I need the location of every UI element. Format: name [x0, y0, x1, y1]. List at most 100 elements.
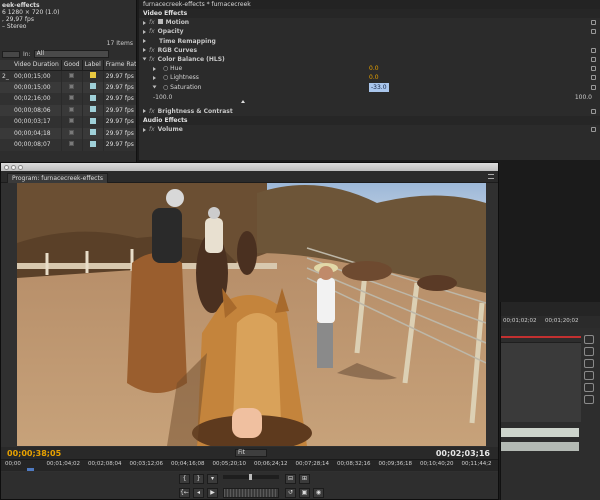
table-row[interactable]: 2_ 00;00;15;00 29.97 fps: [0, 70, 136, 82]
label-swatch[interactable]: [89, 106, 96, 113]
good-checkbox[interactable]: [69, 118, 75, 124]
search-input[interactable]: [2, 50, 20, 58]
expand-triangle-icon[interactable]: [143, 20, 146, 25]
tool-icon[interactable]: [584, 383, 594, 392]
hue-value[interactable]: 0.0: [369, 64, 379, 73]
fx-icon[interactable]: fx: [149, 28, 155, 35]
timeline-ruler[interactable]: 00;01;02;02 00;01;20;02: [501, 316, 600, 328]
tool-icon[interactable]: [584, 359, 594, 368]
label-swatch[interactable]: [89, 140, 96, 147]
tool-icon[interactable]: [584, 395, 594, 404]
minimize-window-icon[interactable]: [11, 164, 16, 170]
table-row[interactable]: 00;00;08;06 29.97 fps: [0, 104, 136, 116]
table-row[interactable]: 00;00;03;17 29.97 fps: [0, 116, 136, 128]
close-window-icon[interactable]: [4, 164, 9, 170]
reset-icon[interactable]: [591, 127, 596, 133]
fx-icon[interactable]: fx: [149, 56, 155, 63]
lightness-value[interactable]: 0.0: [369, 73, 379, 82]
step-back-button[interactable]: ◂: [193, 488, 204, 498]
effect-motion[interactable]: fx Motion: [139, 18, 600, 27]
reset-icon[interactable]: [591, 29, 596, 35]
good-checkbox[interactable]: [69, 83, 75, 89]
program-video-frame[interactable]: [17, 183, 486, 446]
effect-time-remapping[interactable]: Time Remapping: [139, 37, 600, 46]
saturation-value-field[interactable]: -33.0: [369, 82, 389, 92]
expand-triangle-icon[interactable]: [153, 66, 156, 71]
collapse-triangle-icon[interactable]: [142, 57, 147, 61]
effect-opacity[interactable]: fx Opacity: [139, 27, 600, 36]
label-swatch[interactable]: [89, 94, 96, 101]
fx-icon[interactable]: fx: [149, 126, 155, 133]
panel-menu-icon[interactable]: [488, 174, 494, 179]
stopwatch-icon[interactable]: ○: [163, 84, 168, 91]
stopwatch-icon[interactable]: ○: [163, 74, 168, 81]
label-swatch[interactable]: [89, 117, 96, 124]
good-checkbox[interactable]: [69, 141, 75, 147]
table-row[interactable]: 00;00;04;18 29.97 fps: [0, 127, 136, 139]
reset-icon[interactable]: [591, 56, 596, 62]
audio-clip[interactable]: [501, 428, 579, 437]
zoom-level-dropdown[interactable]: Fit: [235, 449, 267, 457]
work-area-bar[interactable]: [501, 336, 581, 338]
label-swatch[interactable]: [89, 129, 96, 136]
tool-icon[interactable]: [584, 335, 594, 344]
expand-triangle-icon[interactable]: [143, 29, 146, 34]
expand-triangle-icon[interactable]: [143, 39, 146, 44]
tool-icon[interactable]: [584, 347, 594, 356]
mark-out-button[interactable]: }: [193, 474, 204, 484]
fx-icon[interactable]: fx: [149, 19, 155, 26]
column-header-frame-rate[interactable]: Frame Rate: [103, 60, 136, 71]
expand-triangle-icon[interactable]: [153, 75, 156, 80]
tab-program-monitor[interactable]: Program: furnacecreek-effects: [7, 173, 108, 183]
good-checkbox[interactable]: [69, 72, 75, 78]
extract-button[interactable]: ⊞: [299, 474, 310, 484]
effect-brightness-contrast[interactable]: fx Brightness & Contrast: [139, 107, 600, 116]
reset-icon[interactable]: [591, 75, 596, 81]
column-header-label[interactable]: Label: [82, 60, 104, 71]
safe-margins-button[interactable]: ▣: [299, 488, 310, 498]
effect-volume[interactable]: fx Volume: [139, 125, 600, 134]
playhead-icon[interactable]: [27, 468, 35, 471]
add-marker-button[interactable]: ▾: [207, 474, 218, 484]
current-timecode[interactable]: 00;00;38;05: [7, 449, 61, 458]
loop-button[interactable]: ↺: [285, 488, 296, 498]
monitor-time-ruler[interactable]: 00;00 00;01;04;02 00;02;08;04 00;03;12;06 00…: [1, 459, 498, 471]
shuttle-slider[interactable]: [223, 488, 279, 498]
zoom-window-icon[interactable]: [18, 164, 23, 170]
good-checkbox[interactable]: [69, 129, 75, 135]
effect-color-balance[interactable]: fx Color Balance (HLS): [139, 55, 600, 64]
label-swatch[interactable]: [89, 72, 96, 78]
audio-clip[interactable]: [501, 442, 579, 451]
export-frame-button[interactable]: ◉: [313, 488, 324, 498]
stopwatch-icon[interactable]: ○: [163, 65, 168, 72]
fx-icon[interactable]: fx: [149, 108, 155, 115]
good-checkbox[interactable]: [69, 106, 75, 112]
column-header-good[interactable]: Good: [61, 60, 83, 71]
reset-icon[interactable]: [591, 20, 596, 26]
column-header-video-duration[interactable]: Video Duration: [0, 60, 62, 71]
expand-triangle-icon[interactable]: [143, 127, 146, 132]
effect-rgb-curves[interactable]: fx RGB Curves: [139, 46, 600, 55]
mark-in-button[interactable]: {: [179, 474, 190, 484]
collapse-triangle-icon[interactable]: [152, 85, 157, 89]
reset-icon[interactable]: [591, 47, 596, 53]
play-button[interactable]: ▶: [207, 488, 218, 498]
jog-wheel[interactable]: [223, 474, 279, 480]
tool-icon[interactable]: [584, 371, 594, 380]
reset-icon[interactable]: [591, 84, 596, 90]
slider-thumb[interactable]: [240, 99, 245, 103]
fx-icon[interactable]: fx: [149, 47, 155, 54]
table-row[interactable]: 00;00;15;00 29.97 fps: [0, 81, 136, 93]
label-swatch[interactable]: [89, 83, 96, 90]
good-checkbox[interactable]: [69, 95, 75, 101]
video-track[interactable]: [501, 342, 581, 422]
expand-triangle-icon[interactable]: [143, 48, 146, 53]
table-row[interactable]: 00;00;08;07 29.97 fps: [0, 139, 136, 151]
expand-triangle-icon[interactable]: [143, 109, 146, 114]
table-row[interactable]: 00;02;16;00 29.97 fps: [0, 93, 136, 105]
reset-icon[interactable]: [591, 108, 596, 114]
lift-button[interactable]: ⊟: [285, 474, 296, 484]
go-to-in-button[interactable]: {←: [179, 488, 190, 498]
window-titlebar[interactable]: [1, 163, 498, 171]
reset-icon[interactable]: [591, 66, 596, 72]
